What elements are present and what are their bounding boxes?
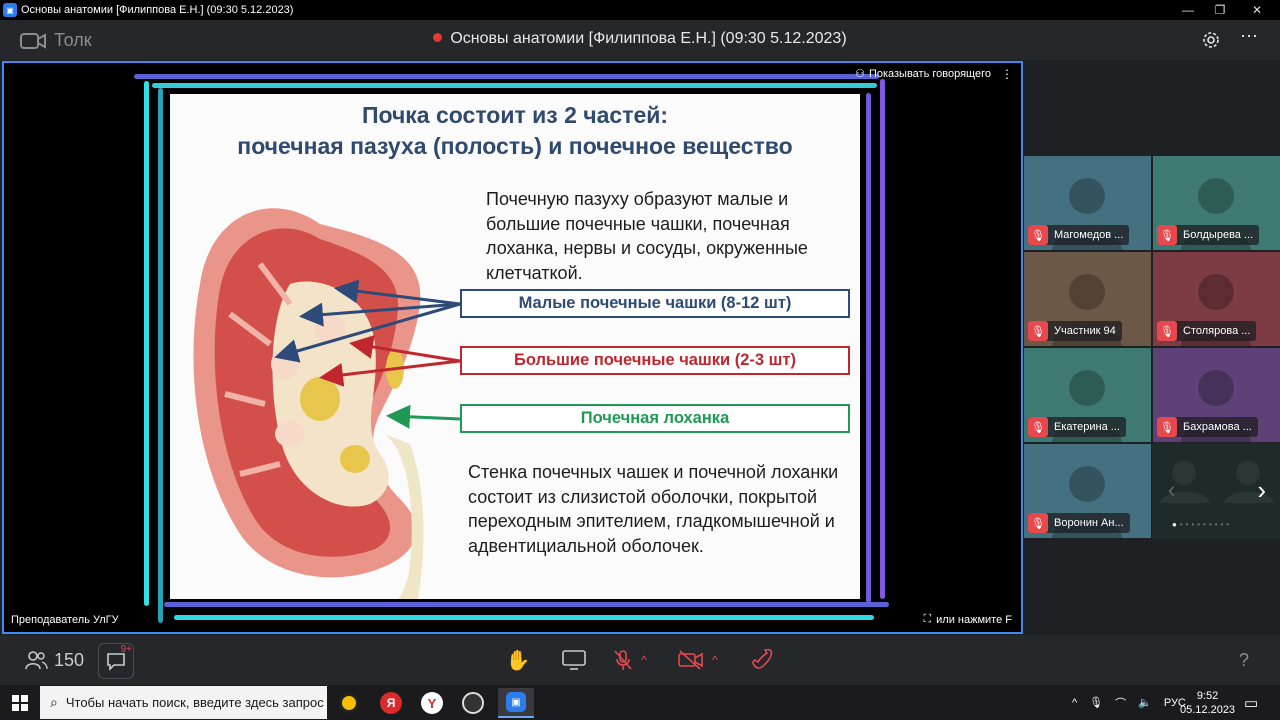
presenter-name: Преподаватель УлГУ: [11, 614, 119, 626]
slide-paragraph-2: Стенка почечных чашек и почечной лоханки…: [468, 462, 839, 556]
frame-left-line-2: [158, 88, 163, 623]
participant-tile[interactable]: 🎙 Екатерина ...: [1024, 348, 1151, 442]
chat-badge: 9+: [120, 644, 132, 655]
mic-off-icon: 🎙: [1028, 321, 1048, 341]
phone-hangup-icon: [752, 649, 773, 669]
yandex-browser-icon: Y: [421, 692, 443, 714]
volume-icon[interactable]: 🔈: [1138, 696, 1152, 709]
taskbar-app-obs[interactable]: [458, 688, 488, 718]
frame-bottom-line-2: [174, 615, 874, 620]
taskbar-app-yandex[interactable]: Я: [376, 688, 406, 718]
camera-button[interactable]: ^: [672, 645, 724, 675]
mic-off-icon: 🎙: [1157, 321, 1177, 341]
screen-share-stage: ⚇ Показывать говорящего ⋮ Почка состоит …: [2, 61, 1023, 634]
mic-off-icon: [614, 650, 632, 670]
clock-date: 05.12.2023: [1180, 703, 1236, 716]
meeting-toolbar: 150 9+ ✋ ^ ^ ?: [0, 635, 1280, 685]
window-title: Основы анатомии [Филиппова Е.Н.] (09:30 …: [21, 4, 294, 16]
close-button[interactable]: ✕: [1234, 0, 1280, 20]
mic-off-icon: 🎙: [1157, 225, 1177, 245]
participants-count: 150: [54, 649, 85, 670]
monitor-icon: [562, 650, 586, 670]
clock[interactable]: 9:52 05.12.2023: [1180, 686, 1235, 719]
participant-tile[interactable]: 🎙 Магомедов ...: [1024, 156, 1151, 250]
stage-menu-icon[interactable]: ⋮: [1001, 67, 1013, 81]
page-dots: ●•••••••••: [1172, 520, 1233, 529]
hand-icon: ✋: [505, 649, 531, 672]
more-icon[interactable]: ⋯: [1240, 26, 1258, 47]
taskbar-app-zoom[interactable]: ▣: [498, 688, 534, 718]
settings-icon[interactable]: [1202, 31, 1220, 49]
microphone-tray-icon[interactable]: 🎙: [1089, 696, 1103, 709]
frame-right-line-2: [880, 79, 885, 599]
notifications-icon[interactable]: ▭: [1244, 686, 1258, 719]
taskbar-app-yandex-browser[interactable]: Y: [417, 688, 447, 718]
chevron-up-icon[interactable]: ^: [712, 653, 718, 667]
leave-call-button[interactable]: [748, 645, 776, 675]
next-page-icon[interactable]: ›: [1257, 475, 1266, 506]
mic-off-icon: 🎙: [1028, 417, 1048, 437]
presentation-slide: Почка состоит из 2 частей: почечная пазух…: [170, 94, 860, 599]
network-icon[interactable]: ⌒: [1115, 695, 1126, 711]
taskbar-app-beeline[interactable]: [334, 688, 364, 718]
fullscreen-icon: ⛶: [923, 613, 932, 625]
system-tray: ^ 🎙 ⌒ 🔈 РУС: [1072, 686, 1186, 719]
camera-off-icon: [678, 650, 703, 670]
obs-icon: [462, 692, 484, 714]
person-icon: ⚇: [855, 68, 865, 80]
mic-off-icon: 🎙: [1028, 513, 1048, 533]
clock-time: 9:52: [1196, 689, 1219, 702]
windows-start-icon[interactable]: [12, 695, 28, 711]
search-icon: ⌕: [50, 694, 58, 710]
participants-icon: [25, 651, 48, 670]
help-button[interactable]: ?: [1234, 645, 1254, 675]
label-minor-calyces: Малые почечные чашки (8-12 шт): [460, 289, 850, 318]
participant-tile[interactable]: 🎙 Воронин Ан...: [1024, 444, 1151, 538]
chat-button[interactable]: 9+: [98, 643, 134, 679]
fullscreen-hint[interactable]: ⛶ или нажмите F: [923, 613, 1012, 626]
mic-off-icon: 🎙: [1028, 225, 1048, 245]
participant-tile[interactable]: 🎙 Бахрамова ...: [1153, 348, 1280, 442]
frame-bottom-line: [164, 602, 889, 607]
microphone-button[interactable]: ^: [606, 645, 654, 675]
share-screen-button[interactable]: [560, 645, 588, 675]
participant-tile[interactable]: 🎙 Болдырева ...: [1153, 156, 1280, 250]
participants-button[interactable]: 150: [24, 645, 84, 675]
tray-expand-icon[interactable]: ^: [1072, 697, 1077, 709]
frame-left-line: [144, 81, 149, 606]
frame-top-line: [134, 74, 879, 79]
meeting-title: Основы анатомии [Филиппова Е.Н.] (09:30 …: [0, 30, 1280, 48]
participant-tile[interactable]: 🎙 Столярова ...: [1153, 252, 1280, 346]
prev-page-icon[interactable]: ‹: [1168, 477, 1175, 503]
chevron-up-icon[interactable]: ^: [641, 653, 647, 667]
raise-hand-button[interactable]: ✋: [504, 645, 532, 675]
mic-off-icon: 🎙: [1157, 417, 1177, 437]
taskbar-search-input[interactable]: ⌕ Чтобы начать поиск, введите здесь запр…: [40, 686, 327, 719]
label-renal-pelvis: Почечная лоханка: [460, 404, 850, 433]
recording-indicator-icon: [433, 33, 443, 43]
zoom-icon: ▣: [3, 3, 17, 17]
yandex-icon: Я: [380, 692, 402, 714]
window-titlebar: ▣ Основы анатомии [Филиппова Е.Н.] (09:3…: [0, 0, 1280, 20]
frame-top-line-2: [152, 83, 877, 88]
frame-right-line: [866, 93, 871, 603]
zoom-icon: ▣: [506, 692, 526, 712]
beeline-icon: [339, 693, 359, 713]
show-speaker-button[interactable]: ⚇ Показывать говорящего: [855, 67, 991, 81]
meeting-header: Толк Основы анатомии [Филиппова Е.Н.] (0…: [0, 20, 1280, 60]
participant-tile[interactable]: 🎙 Участник 94: [1024, 252, 1151, 346]
label-major-calyces: Большие почечные чашки (2-3 шт): [460, 346, 850, 375]
participants-pager: ‹ › ●•••••••••: [1152, 443, 1280, 539]
